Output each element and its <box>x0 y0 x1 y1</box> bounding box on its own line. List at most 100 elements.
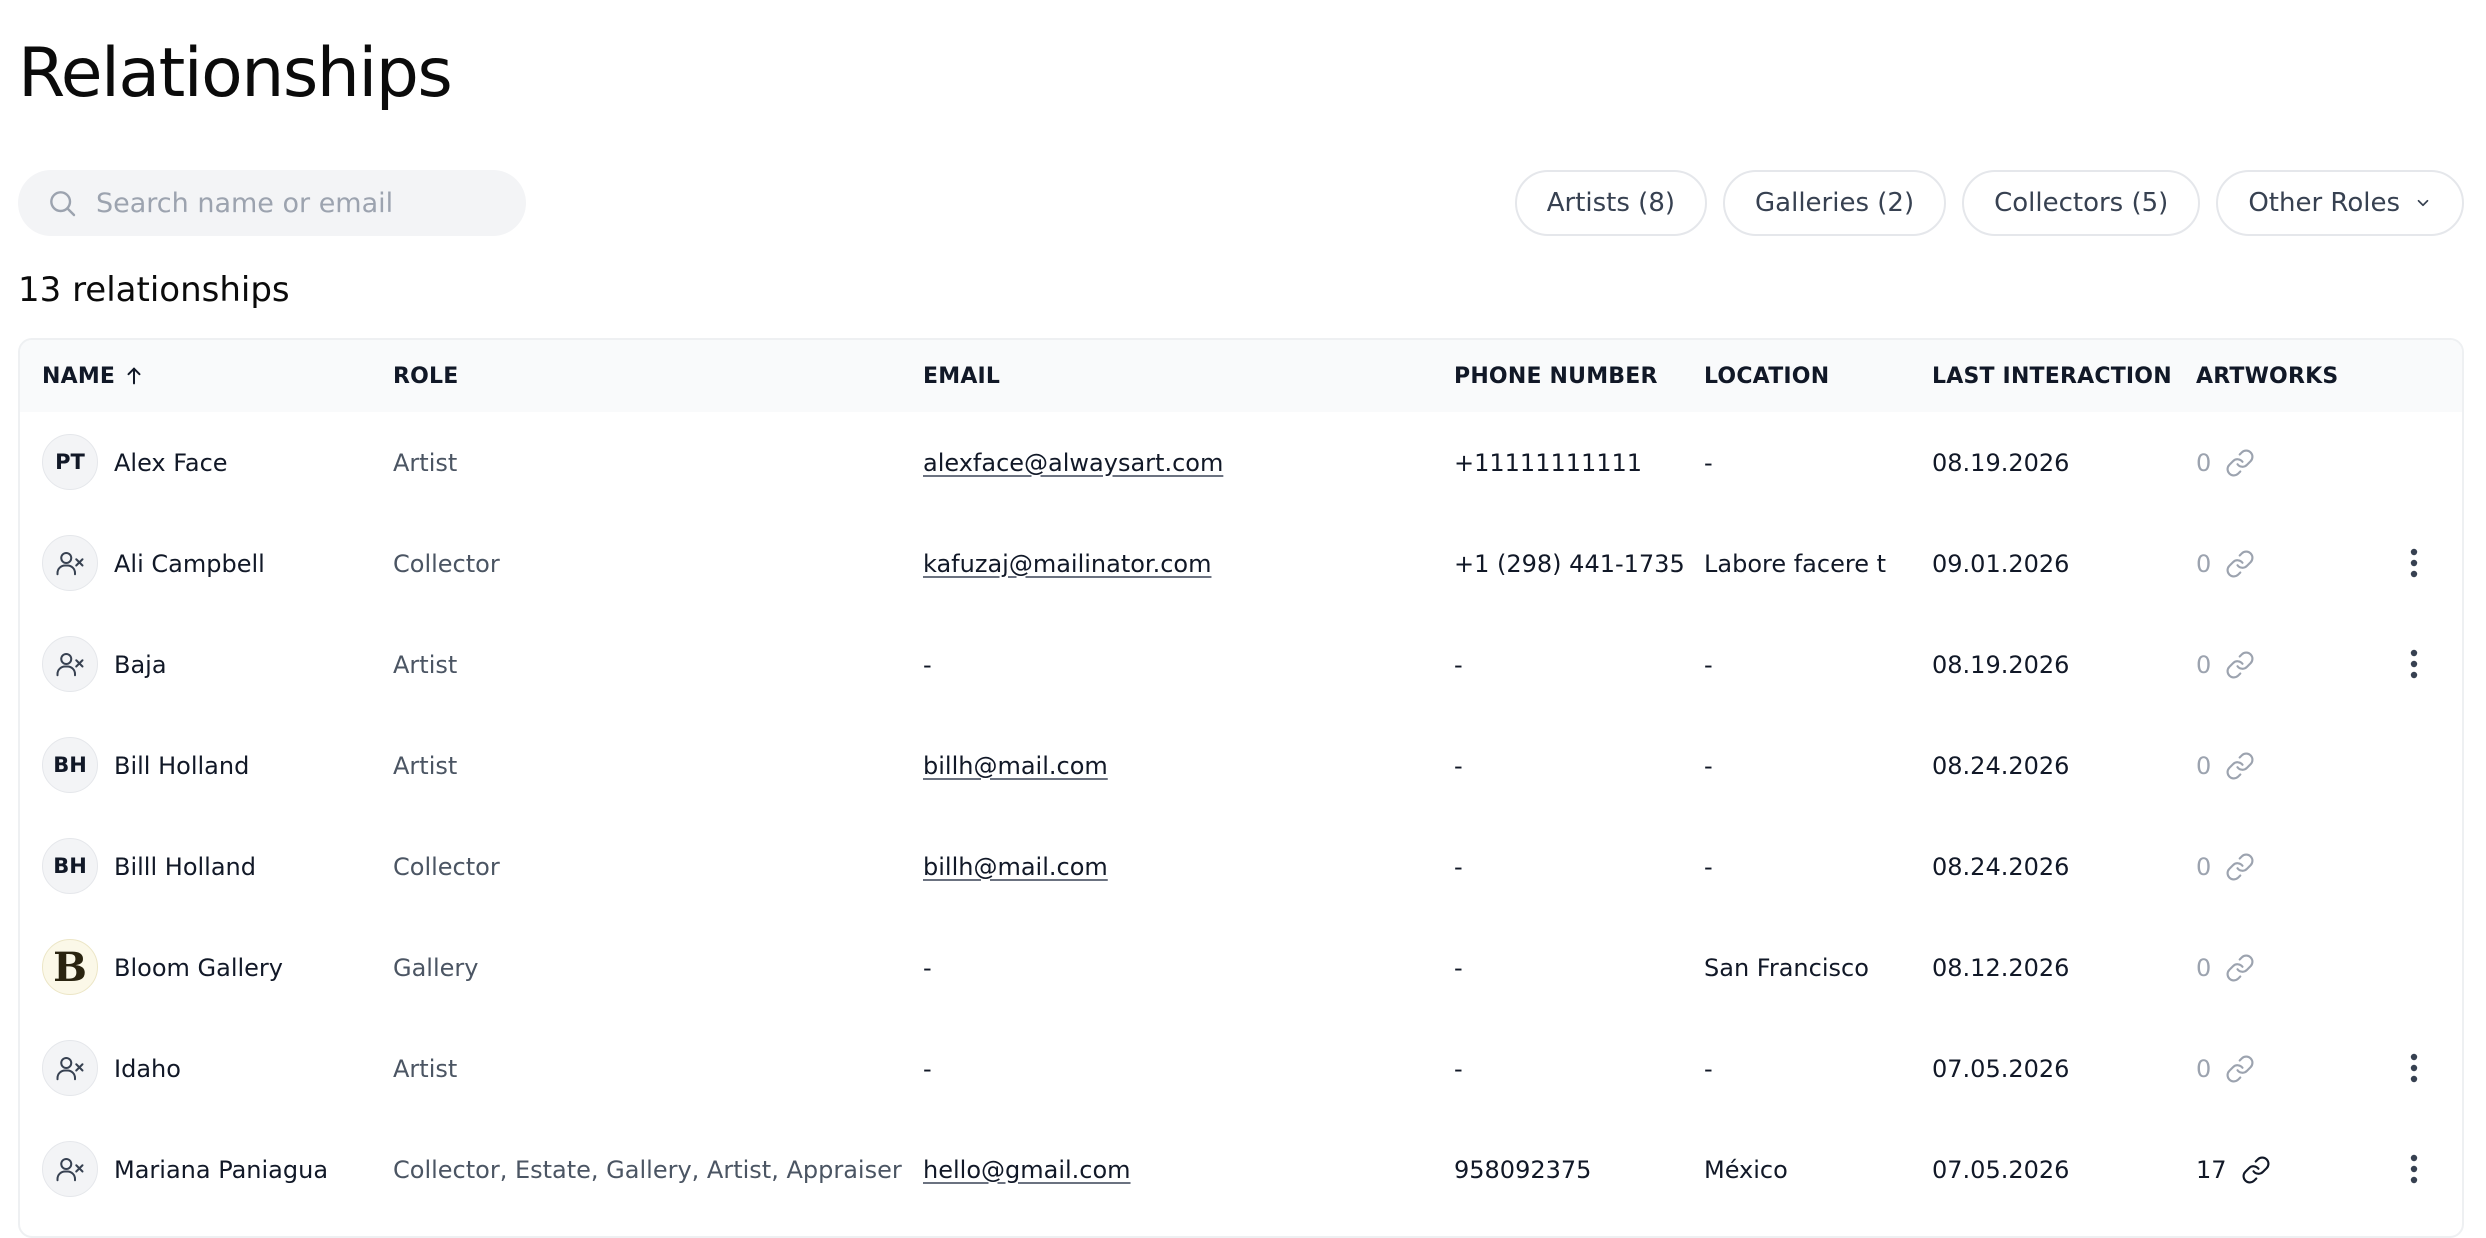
table-row[interactable]: BH Bill Holland Artist billh@mail.com - … <box>20 715 2462 816</box>
artworks-count: 17 <box>2196 1155 2227 1184</box>
search-bar[interactable] <box>18 170 526 236</box>
row-menu-button[interactable] <box>2396 1151 2432 1187</box>
table-row[interactable]: Baja Artist - - - 08.19.2026 0 <box>20 614 2462 715</box>
table-row[interactable]: Mariana Paniagua Collector, Estate, Gall… <box>20 1119 2462 1220</box>
row-role: Collector <box>393 549 500 578</box>
row-artworks[interactable]: 0 <box>2196 614 2255 715</box>
row-phone: 958092375 <box>1454 1155 1592 1184</box>
row-email[interactable]: hello@gmail.com <box>923 1119 1131 1220</box>
row-role: Artist <box>393 650 458 679</box>
link-icon[interactable] <box>2241 1155 2271 1185</box>
row-artworks[interactable]: 0 <box>2196 412 2255 513</box>
artworks-count: 0 <box>2196 549 2212 578</box>
row-phone: +11111111111 <box>1454 448 1643 477</box>
link-icon[interactable] <box>2225 953 2255 983</box>
avatar-initials: PT <box>55 450 85 474</box>
row-name[interactable]: Baja <box>114 614 167 715</box>
avatar: PT <box>42 434 98 490</box>
table-row[interactable]: B Bloom Gallery Gallery - - San Francisc… <box>20 917 2462 1018</box>
column-header-name[interactable]: NAME <box>42 340 145 412</box>
relationship-count: 13 relationships <box>18 270 290 310</box>
page-title: Relationships <box>18 34 453 113</box>
row-location: - <box>1704 852 1713 881</box>
row-artworks[interactable]: 0 <box>2196 917 2255 1018</box>
row-name[interactable]: Billl Holland <box>114 816 256 917</box>
row-email[interactable]: billh@mail.com <box>923 816 1108 917</box>
filter-galleries[interactable]: Galleries (2) <box>1723 170 1947 236</box>
artworks-count: 0 <box>2196 650 2212 679</box>
row-email[interactable]: billh@mail.com <box>923 715 1108 816</box>
row-name[interactable]: Ali Campbell <box>114 513 265 614</box>
row-role: Collector <box>393 852 500 881</box>
filter-artists[interactable]: Artists (8) <box>1514 170 1708 236</box>
row-location: - <box>1704 650 1713 679</box>
row-location: Labore facere t <box>1704 549 1886 578</box>
role-filters: Artists (8) Galleries (2) Collectors (5)… <box>1514 170 2464 236</box>
column-header-label: LOCATION <box>1704 363 1830 389</box>
row-name[interactable]: Mariana Paniagua <box>114 1119 328 1220</box>
column-header-label: NAME <box>42 363 116 389</box>
relationships-table: NAME ROLE EMAIL PHONE NUMBER LOCATION LA… <box>18 338 2464 1238</box>
column-header-phone[interactable]: PHONE NUMBER <box>1454 340 1658 412</box>
row-menu-button[interactable] <box>2396 545 2432 581</box>
avatar <box>42 535 98 591</box>
row-last-interaction: 08.24.2026 <box>1932 852 2070 881</box>
row-menu-button[interactable] <box>2396 1050 2432 1086</box>
row-role: Collector, Estate, Gallery, Artist, Appr… <box>393 1155 902 1184</box>
row-menu-button[interactable] <box>2396 646 2432 682</box>
row-location: - <box>1704 751 1713 780</box>
artworks-count: 0 <box>2196 751 2212 780</box>
row-name[interactable]: Bloom Gallery <box>114 917 283 1018</box>
column-header-last-interaction[interactable]: LAST INTERACTION <box>1932 340 2172 412</box>
artworks-count: 0 <box>2196 448 2212 477</box>
row-location: - <box>1704 448 1713 477</box>
artworks-count: 0 <box>2196 1054 2212 1083</box>
row-last-interaction: 07.05.2026 <box>1932 1155 2070 1184</box>
search-icon <box>50 191 76 217</box>
filter-collectors[interactable]: Collectors (5) <box>1962 170 2201 236</box>
row-role: Gallery <box>393 953 479 982</box>
column-header-email[interactable]: EMAIL <box>923 340 1000 412</box>
more-vertical-icon <box>2410 1053 2418 1083</box>
row-artworks[interactable]: 0 <box>2196 715 2255 816</box>
table-row[interactable]: PT Alex Face Artist alexface@alwaysart.c… <box>20 412 2462 513</box>
row-last-interaction: 08.24.2026 <box>1932 751 2070 780</box>
row-phone: - <box>1454 751 1463 780</box>
link-icon[interactable] <box>2225 448 2255 478</box>
link-icon[interactable] <box>2225 852 2255 882</box>
relationships-page: Relationships Artists (8) Galleries (2) … <box>0 0 2486 1238</box>
filter-other-roles[interactable]: Other Roles <box>2216 170 2464 236</box>
row-artworks[interactable]: 0 <box>2196 1018 2255 1119</box>
filter-label: Other Roles <box>2248 188 2400 218</box>
row-phone: - <box>1454 852 1463 881</box>
table-row[interactable]: Ali Campbell Collector kafuzaj@mailinato… <box>20 513 2462 614</box>
table-row[interactable]: Idaho Artist - - - 07.05.2026 0 <box>20 1018 2462 1119</box>
more-vertical-icon <box>2410 649 2418 679</box>
column-header-label: ROLE <box>393 363 459 389</box>
column-header-artworks[interactable]: ARTWORKS <box>2196 340 2338 412</box>
row-artworks[interactable]: 0 <box>2196 816 2255 917</box>
link-icon[interactable] <box>2225 650 2255 680</box>
row-last-interaction: 09.01.2026 <box>1932 549 2070 578</box>
table-row[interactable]: BH Billl Holland Collector billh@mail.co… <box>20 816 2462 917</box>
row-last-interaction: 07.05.2026 <box>1932 1054 2070 1083</box>
link-icon[interactable] <box>2225 751 2255 781</box>
row-email[interactable]: alexface@alwaysart.com <box>923 412 1223 513</box>
search-input[interactable] <box>94 186 518 220</box>
filter-label: Artists (8) <box>1546 188 1676 218</box>
more-vertical-icon <box>2410 1154 2418 1184</box>
column-header-location[interactable]: LOCATION <box>1704 340 1829 412</box>
user-x-icon <box>56 552 84 576</box>
link-icon[interactable] <box>2225 549 2255 579</box>
column-header-label: ARTWORKS <box>2196 363 2339 389</box>
row-email[interactable]: kafuzaj@mailinator.com <box>923 513 1211 614</box>
column-header-role[interactable]: ROLE <box>393 340 459 412</box>
link-icon[interactable] <box>2225 1054 2255 1084</box>
row-name[interactable]: Bill Holland <box>114 715 249 816</box>
avatar <box>42 1040 98 1096</box>
row-email: - <box>923 650 932 679</box>
row-name[interactable]: Idaho <box>114 1018 181 1119</box>
row-artworks[interactable]: 17 <box>2196 1119 2271 1220</box>
row-artworks[interactable]: 0 <box>2196 513 2255 614</box>
row-name[interactable]: Alex Face <box>114 412 228 513</box>
